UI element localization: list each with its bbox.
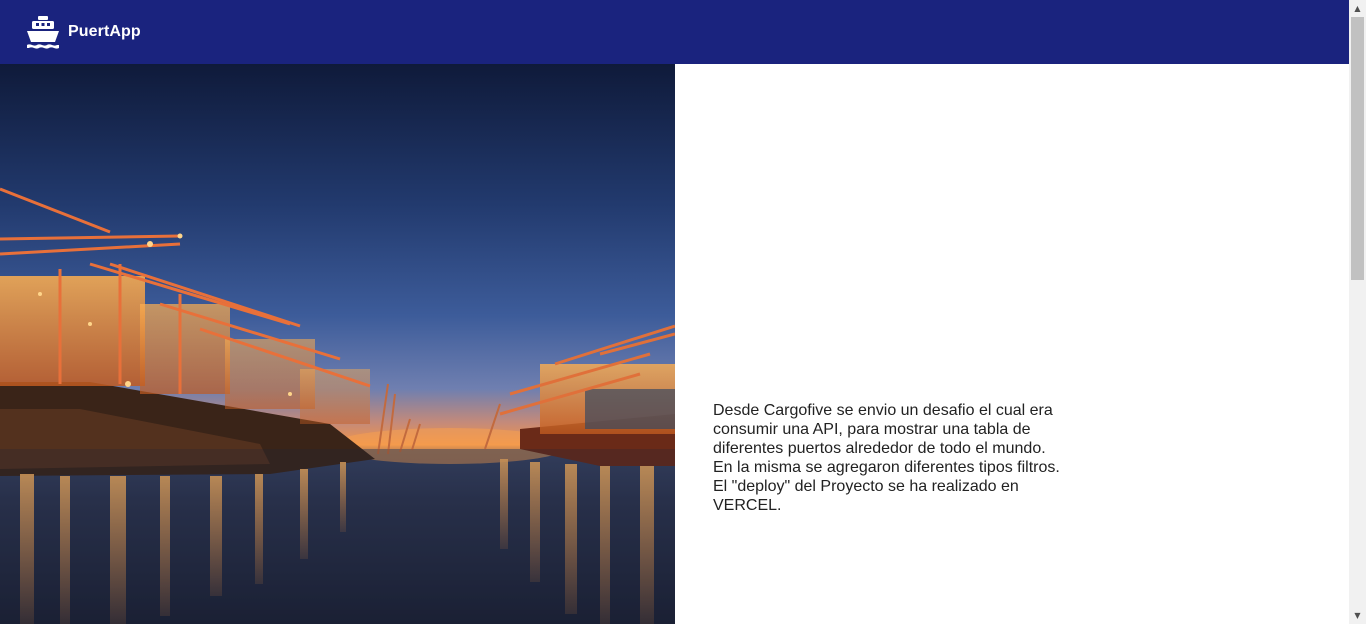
- port-hero-image: [0, 64, 675, 624]
- app-toolbar: PuertApp: [0, 0, 1349, 64]
- ship-icon: [27, 16, 59, 49]
- project-description: Desde Cargofive se envio un desafio el c…: [713, 402, 1060, 514]
- about-section: Desde Cargofive se envio un desafio el c…: [675, 64, 1349, 624]
- page: PuertApp Desde Cargofive se envio un des…: [0, 0, 1349, 624]
- scroll-down-arrow-icon[interactable]: ▼: [1349, 607, 1366, 624]
- app-title: PuertApp: [68, 23, 141, 40]
- scroll-up-arrow-icon[interactable]: ▲: [1349, 0, 1366, 17]
- brand-home-link[interactable]: PuertApp: [24, 13, 141, 51]
- vertical-scrollbar[interactable]: ▲ ▼: [1349, 0, 1366, 624]
- scrollbar-thumb[interactable]: [1351, 17, 1364, 280]
